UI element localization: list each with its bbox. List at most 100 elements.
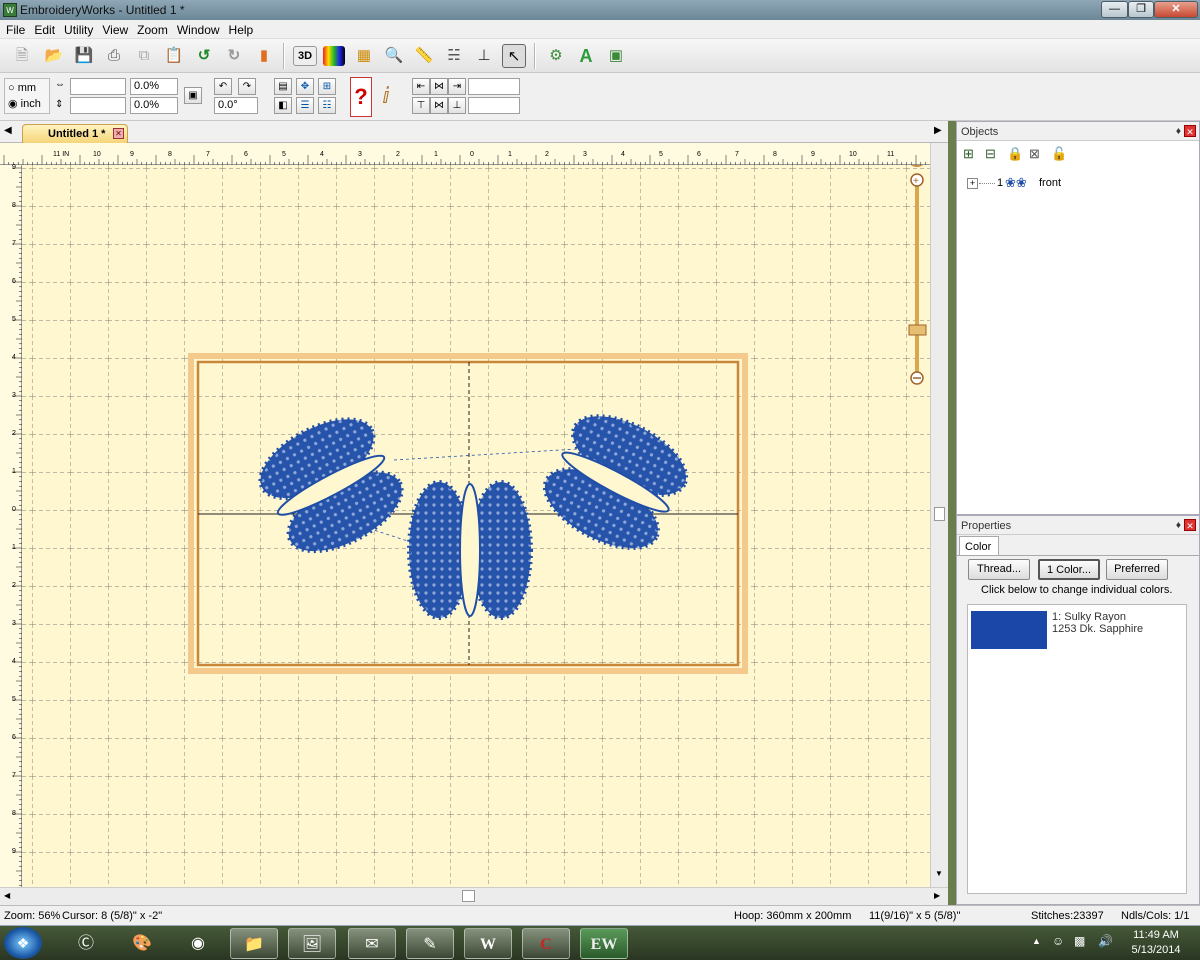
- copy-icon[interactable]: ⧉: [132, 44, 156, 68]
- x-position-field[interactable]: [468, 78, 520, 95]
- tray-user-icon[interactable]: ☺: [1052, 934, 1064, 948]
- select-arrow-icon[interactable]: ↖: [502, 44, 526, 68]
- y-position-field[interactable]: [468, 97, 520, 114]
- color-palette-icon[interactable]: [323, 46, 345, 66]
- undo-icon[interactable]: ↺: [192, 44, 216, 68]
- width-field[interactable]: [70, 78, 126, 95]
- align-top-icon[interactable]: ⊤: [412, 97, 430, 114]
- broom-icon[interactable]: ⅈ: [378, 77, 394, 117]
- flip-vertical-icon[interactable]: ▤: [274, 78, 292, 95]
- tab-color[interactable]: Color: [959, 536, 999, 556]
- lock-icon[interactable]: 🔒: [1007, 146, 1023, 162]
- capture-icon[interactable]: ✎: [406, 928, 454, 959]
- rotation-field[interactable]: 0.0°: [214, 97, 258, 114]
- photo-viewer-icon[interactable]: 🖼: [288, 928, 336, 959]
- panel-close-icon[interactable]: ✕: [1184, 519, 1196, 531]
- center-hoop-icon[interactable]: ⊞: [318, 78, 336, 95]
- align-left-icon[interactable]: ⇤: [412, 78, 430, 95]
- thread-swatch[interactable]: [971, 611, 1047, 649]
- scroll-down-icon[interactable]: ▼: [935, 869, 943, 878]
- embroidery-app-2-icon[interactable]: C: [522, 928, 570, 959]
- align-icon[interactable]: ☰: [296, 97, 314, 114]
- h-scroll-thumb[interactable]: [462, 890, 475, 902]
- height-field[interactable]: [70, 97, 126, 114]
- tab-close-icon[interactable]: ✕: [113, 128, 124, 139]
- rotate-right-icon[interactable]: ↷: [238, 78, 256, 95]
- menu-zoom[interactable]: Zoom: [131, 20, 168, 37]
- word-icon[interactable]: W: [464, 928, 512, 959]
- menu-edit[interactable]: Edit: [28, 20, 55, 37]
- menu-view[interactable]: View: [96, 20, 128, 37]
- paste-icon[interactable]: 📋: [162, 44, 186, 68]
- paint-icon[interactable]: 🎨: [118, 928, 166, 959]
- hoop-icon[interactable]: ☵: [442, 44, 466, 68]
- tab-scroll-right-icon[interactable]: ▶: [934, 125, 942, 136]
- embroideryworks-taskbar-icon[interactable]: EW: [580, 928, 628, 959]
- align-right-icon[interactable]: ⇥: [448, 78, 466, 95]
- scroll-right-icon[interactable]: ▶: [934, 891, 940, 900]
- delete-icon[interactable]: ⊠: [1029, 146, 1040, 162]
- text-lettering-icon[interactable]: A: [574, 44, 598, 68]
- settings-gear-icon[interactable]: ⚙: [544, 44, 568, 68]
- unit-inch-radio[interactable]: ◉ inch: [8, 97, 41, 110]
- panel-close-icon[interactable]: ✕: [1184, 125, 1196, 137]
- split-icon[interactable]: ⊥: [472, 44, 496, 68]
- flip-horizontal-icon[interactable]: ◧: [274, 97, 292, 114]
- tab-scroll-left-icon[interactable]: ◀: [4, 125, 12, 136]
- zoom-icon[interactable]: 🔍: [382, 44, 406, 68]
- align-hcenter-icon[interactable]: ⋈: [430, 78, 448, 95]
- color-list[interactable]: 1: Sulky Rayon 1253 Dk. Sapphire: [967, 604, 1187, 894]
- chrome-icon[interactable]: ◉: [174, 928, 222, 959]
- lock-ratio-icon[interactable]: ▣: [184, 87, 202, 104]
- file-explorer-icon[interactable]: 📁: [230, 928, 278, 959]
- pin-icon[interactable]: ♦: [1176, 126, 1181, 137]
- center-icon[interactable]: ✥: [296, 78, 314, 95]
- tray-expand-icon[interactable]: ▲: [1032, 936, 1041, 946]
- scroll-left-icon[interactable]: ◀: [4, 891, 10, 900]
- preferred-button[interactable]: Preferred: [1106, 559, 1168, 580]
- machine-send-icon[interactable]: ▣: [604, 44, 628, 68]
- v-scroll-thumb[interactable]: [934, 507, 945, 521]
- stitch-sim-icon[interactable]: ▮: [252, 44, 276, 68]
- color-list-icon[interactable]: ▦: [352, 44, 376, 68]
- new-file-icon[interactable]: 🗎: [10, 44, 34, 68]
- clock-time[interactable]: 11:49 AM: [1128, 929, 1184, 941]
- volume-icon[interactable]: 🔊: [1098, 934, 1113, 948]
- close-button[interactable]: ✕: [1154, 1, 1198, 18]
- rotate-left-icon[interactable]: ↶: [214, 78, 232, 95]
- menu-help[interactable]: Help: [223, 20, 254, 37]
- distribute-icon[interactable]: ☷: [318, 97, 336, 114]
- internet-explorer-icon[interactable]: Ⓒ: [62, 928, 110, 959]
- clock-date[interactable]: 5/13/2014: [1126, 944, 1186, 956]
- network-icon[interactable]: ▩: [1074, 934, 1085, 948]
- open-folder-icon[interactable]: 📂: [42, 44, 66, 68]
- tab-untitled-1[interactable]: Untitled 1 * ✕: [22, 124, 128, 143]
- help-question-icon[interactable]: ?: [350, 77, 372, 117]
- object-name[interactable]: front: [1039, 177, 1061, 189]
- design-canvas[interactable]: + N: [22, 165, 930, 887]
- align-vcenter-icon[interactable]: ⋈: [430, 97, 448, 114]
- maximize-button[interactable]: ❐: [1128, 1, 1154, 18]
- tree-expand-icon[interactable]: +: [967, 178, 978, 189]
- 3d-view-icon[interactable]: 3D: [293, 46, 317, 66]
- height-percent-field[interactable]: 0.0%: [130, 97, 178, 114]
- minimize-button[interactable]: —: [1101, 1, 1128, 18]
- ungroup-icon[interactable]: ⊟: [985, 146, 996, 162]
- vertical-scrollbar[interactable]: ▼: [930, 143, 948, 887]
- print-icon[interactable]: ⎙: [102, 44, 126, 68]
- group-icon[interactable]: ⊞: [963, 146, 974, 162]
- menu-window[interactable]: Window: [171, 20, 220, 37]
- align-bottom-icon[interactable]: ⊥: [448, 97, 466, 114]
- save-icon[interactable]: 💾: [72, 44, 96, 68]
- unit-mm-radio[interactable]: ○ mm: [8, 82, 36, 94]
- color-button[interactable]: 1 Color...: [1038, 559, 1100, 580]
- unlock-icon[interactable]: 🔓: [1051, 146, 1067, 162]
- measure-icon[interactable]: 📏: [412, 44, 436, 68]
- width-percent-field[interactable]: 0.0%: [130, 78, 178, 95]
- mail-icon[interactable]: ✉: [348, 928, 396, 959]
- redo-icon[interactable]: ↻: [222, 44, 246, 68]
- start-button[interactable]: ❖: [4, 927, 42, 959]
- horizontal-scrollbar[interactable]: ◀ ▶: [0, 887, 948, 905]
- menu-utility[interactable]: Utility: [58, 20, 93, 37]
- thread-button[interactable]: Thread...: [968, 559, 1030, 580]
